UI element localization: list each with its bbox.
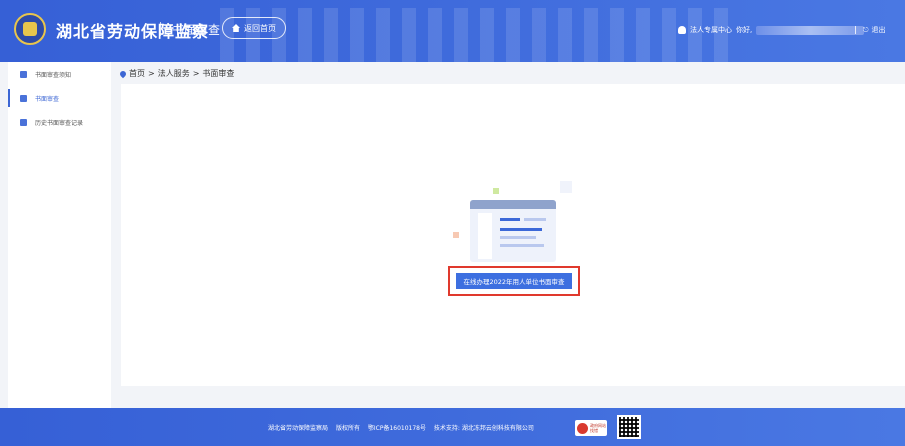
location-pin-icon [118, 69, 128, 78]
header-background-pattern [220, 8, 740, 62]
sidebar: 书面审查须知 书面审查 历史书面审查记录 [8, 62, 111, 408]
sidebar-item-label: 历史书面审查记录 [35, 119, 84, 127]
breadcrumb-current: 书面审查 [202, 69, 235, 78]
footer-org: 湖北省劳动保障监察局 [268, 425, 329, 432]
breadcrumb-separator: > [148, 69, 155, 78]
document-icon [20, 70, 27, 78]
redacted-username [756, 25, 865, 35]
badge-line2: 找错 [590, 428, 598, 433]
breadcrumb-legal-services[interactable]: 法人服务 [158, 68, 190, 79]
breadcrumb: 首页 > 法人服务 > 书面审查 [118, 68, 235, 79]
document-illustration [470, 200, 556, 262]
breadcrumb-separator: > [192, 69, 200, 78]
section-title: 书面审查 [172, 23, 221, 37]
upload-icon [20, 94, 27, 102]
footer-text: 湖北省劳动保障监察局 版权所有 鄂ICP备16010178号 技术支持: 湖北冻… [268, 423, 534, 432]
breadcrumb-home[interactable]: 首页 [129, 68, 145, 79]
return-home-button[interactable]: 返回首页 [222, 17, 286, 39]
decorative-square [453, 232, 459, 238]
user-center[interactable]: 法人专属中心 你好, [678, 25, 865, 35]
footer-rights: 版权所有 [335, 425, 360, 432]
emblem-logo [14, 13, 46, 45]
online-review-button[interactable]: 在线办理2022年用人单位书面审查 [456, 273, 572, 289]
title-divider [160, 22, 161, 36]
top-header: 湖北省劳动保障监察 书面审查 返回首页 法人专属中心 你好, ⎋ 退出 [0, 0, 905, 62]
file-icon [20, 118, 27, 126]
sidebar-item-notice[interactable]: 书面审查须知 [8, 62, 111, 86]
logout-icon: ⎋ [863, 25, 869, 34]
sidebar-item-history[interactable]: 历史书面审查记录 [8, 110, 111, 134]
return-home-label: 返回首页 [244, 23, 276, 33]
decorative-square [493, 188, 499, 194]
greeting-text: 你好, [736, 26, 753, 34]
footer-icp[interactable]: 鄂ICP备16010178号 [368, 425, 426, 432]
government-site-badge[interactable]: 政府网站 找错 [575, 420, 607, 436]
decorative-square [560, 181, 572, 193]
footer: 湖北省劳动保障监察局 版权所有 鄂ICP备16010178号 技术支持: 湖北冻… [0, 408, 905, 446]
logout-button[interactable]: ⎋ 退出 [855, 25, 886, 35]
footer-support: 技术支持: 湖北冻邦云创科技有限公司 [433, 425, 534, 432]
sidebar-item-written-review[interactable]: 书面审查 [8, 86, 111, 110]
user-icon [678, 26, 686, 34]
sidebar-item-label: 书面审查须知 [35, 71, 72, 79]
qr-code [617, 415, 641, 439]
emblem-icon [577, 422, 588, 434]
home-icon [232, 24, 240, 32]
sidebar-item-label: 书面审查 [35, 95, 60, 103]
logout-label: 退出 [871, 26, 886, 34]
user-center-label[interactable]: 法人专属中心 [690, 25, 732, 35]
